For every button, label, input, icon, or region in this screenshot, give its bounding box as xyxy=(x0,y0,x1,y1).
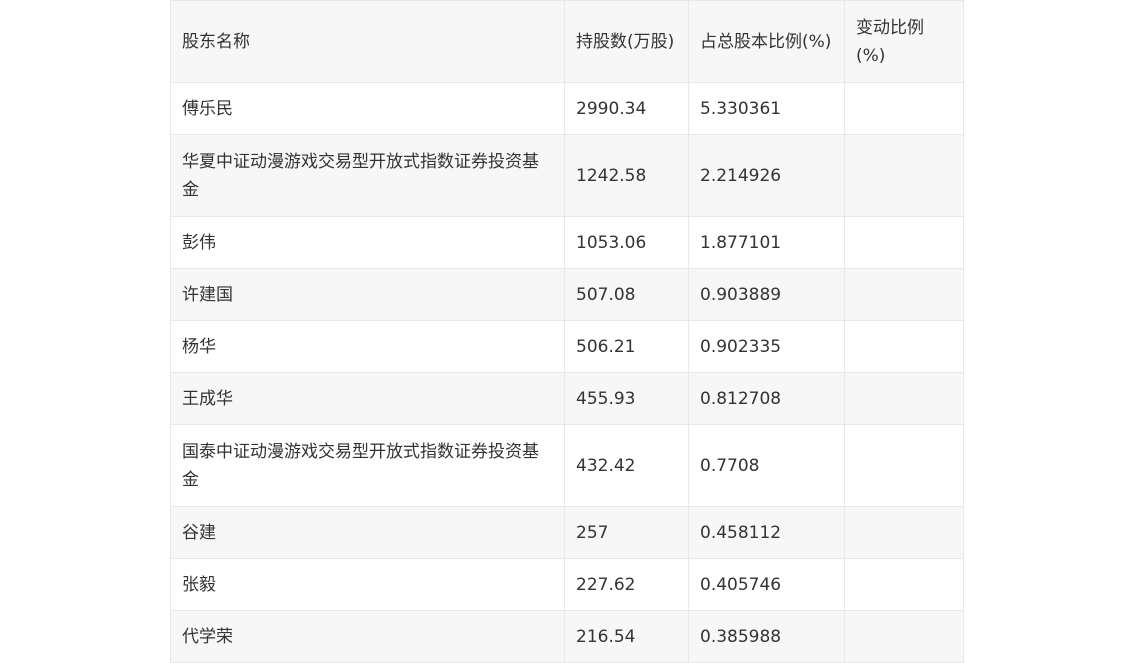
cell-change-ratio xyxy=(844,134,964,217)
cell-share-ratio: 0.385988 xyxy=(688,610,845,663)
cell-shareholder-name: 国泰中证动漫游戏交易型开放式指数证券投资基金 xyxy=(170,424,565,507)
cell-shareholder-name: 张毅 xyxy=(170,558,565,611)
table-row: 华夏中证动漫游戏交易型开放式指数证券投资基金 1242.58 2.214926 xyxy=(170,134,964,217)
cell-shareholder-name: 华夏中证动漫游戏交易型开放式指数证券投资基金 xyxy=(170,134,565,217)
header-shares-held: 持股数(万股) xyxy=(564,0,689,83)
table-row: 代学荣 216.54 0.385988 xyxy=(170,610,964,663)
header-change-ratio: 变动比例(%) xyxy=(844,0,964,83)
cell-change-ratio xyxy=(844,424,964,507)
cell-shareholder-name: 谷建 xyxy=(170,506,565,559)
cell-share-ratio: 0.458112 xyxy=(688,506,845,559)
cell-share-ratio: 0.405746 xyxy=(688,558,845,611)
cell-shareholder-name: 王成华 xyxy=(170,372,565,425)
cell-change-ratio xyxy=(844,268,964,321)
cell-shareholder-name: 杨华 xyxy=(170,320,565,373)
table-row: 许建国 507.08 0.903889 xyxy=(170,268,964,321)
cell-share-ratio: 0.812708 xyxy=(688,372,845,425)
cell-shares-held: 216.54 xyxy=(564,610,689,663)
cell-shareholder-name: 代学荣 xyxy=(170,610,565,663)
cell-change-ratio xyxy=(844,82,964,135)
cell-shares-held: 432.42 xyxy=(564,424,689,507)
cell-shares-held: 227.62 xyxy=(564,558,689,611)
cell-shares-held: 1053.06 xyxy=(564,216,689,269)
cell-share-ratio: 0.7708 xyxy=(688,424,845,507)
cell-change-ratio xyxy=(844,320,964,373)
cell-share-ratio: 5.330361 xyxy=(688,82,845,135)
cell-share-ratio: 0.902335 xyxy=(688,320,845,373)
cell-shareholder-name: 许建国 xyxy=(170,268,565,321)
cell-change-ratio xyxy=(844,558,964,611)
cell-change-ratio xyxy=(844,372,964,425)
cell-share-ratio: 0.903889 xyxy=(688,268,845,321)
table-row: 王成华 455.93 0.812708 xyxy=(170,372,964,425)
cell-share-ratio: 1.877101 xyxy=(688,216,845,269)
cell-shares-held: 257 xyxy=(564,506,689,559)
cell-change-ratio xyxy=(844,610,964,663)
cell-change-ratio xyxy=(844,506,964,559)
table-row: 彭伟 1053.06 1.877101 xyxy=(170,216,964,269)
table-row: 谷建 257 0.458112 xyxy=(170,506,964,559)
table-row: 傅乐民 2990.34 5.330361 xyxy=(170,82,964,135)
header-shareholder-name: 股东名称 xyxy=(170,0,565,83)
table-row: 国泰中证动漫游戏交易型开放式指数证券投资基金 432.42 0.7708 xyxy=(170,424,964,507)
table-row: 杨华 506.21 0.902335 xyxy=(170,320,964,373)
cell-shares-held: 455.93 xyxy=(564,372,689,425)
cell-change-ratio xyxy=(844,216,964,269)
cell-shareholder-name: 彭伟 xyxy=(170,216,565,269)
table-row: 张毅 227.62 0.405746 xyxy=(170,558,964,611)
top-shareholders-table: 股东名称 持股数(万股) 占总股本比例(%) 变动比例(%) 傅乐民 2990.… xyxy=(170,0,964,663)
cell-shares-held: 506.21 xyxy=(564,320,689,373)
cell-shareholder-name: 傅乐民 xyxy=(170,82,565,135)
cell-shares-held: 507.08 xyxy=(564,268,689,321)
cell-shares-held: 2990.34 xyxy=(564,82,689,135)
cell-share-ratio: 2.214926 xyxy=(688,134,845,217)
header-share-ratio: 占总股本比例(%) xyxy=(688,0,845,83)
table-header-row: 股东名称 持股数(万股) 占总股本比例(%) 变动比例(%) xyxy=(170,0,964,83)
cell-shares-held: 1242.58 xyxy=(564,134,689,217)
